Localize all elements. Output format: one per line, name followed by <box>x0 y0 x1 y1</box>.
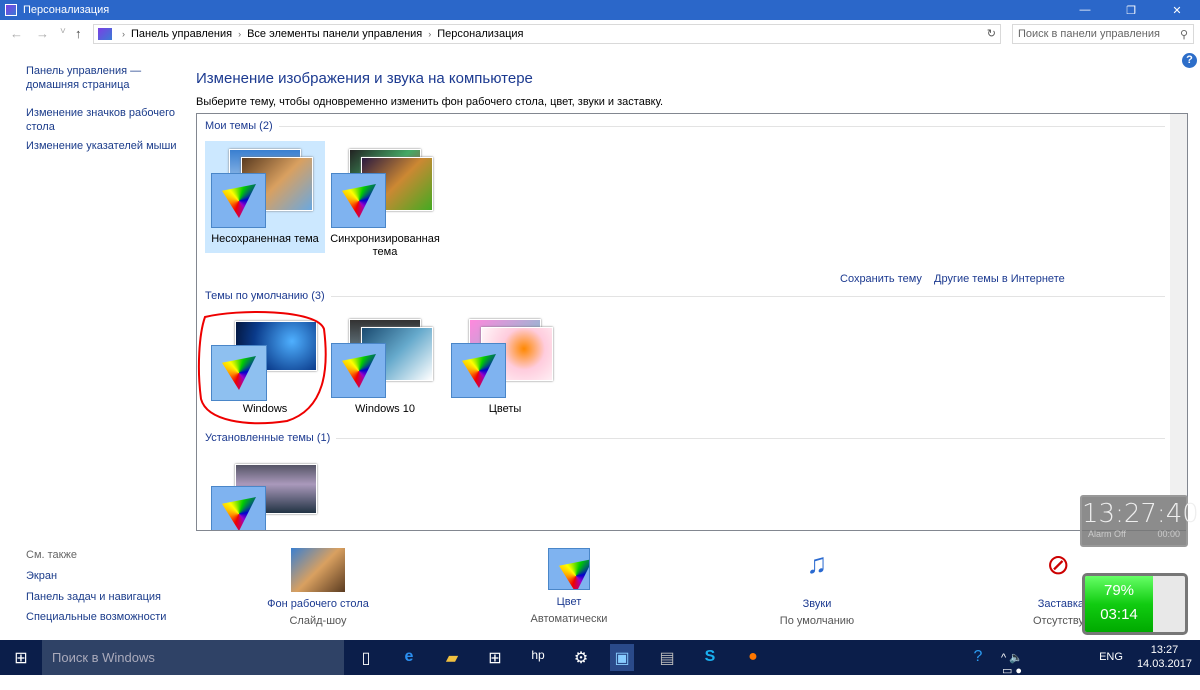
theme-installed[interactable] <box>205 454 325 530</box>
breadcrumb-personalization[interactable]: Персонализация <box>437 28 523 40</box>
setting-value: Слайд-шоу <box>289 615 347 627</box>
page-title: Изменение изображения и звука на компьют… <box>196 70 533 87</box>
taskbar-time: 13:27 <box>1150 644 1179 656</box>
window-title: Персонализация <box>23 4 110 16</box>
start-button[interactable]: ⊞ <box>9 648 33 668</box>
taskbar-date: 14.03.2017 <box>1136 658 1192 670</box>
personalization-icon <box>5 4 17 16</box>
navigation-bar: ← → ˅ ↑ › Панель управления › Все элемен… <box>0 22 1200 46</box>
setting-label: Фон рабочего стола <box>267 598 369 610</box>
file-explorer-icon[interactable]: ▰ <box>440 648 464 668</box>
link-accessibility[interactable]: Специальные возможности <box>26 610 166 624</box>
edge-icon[interactable]: e <box>397 648 421 666</box>
setting-label: Заставка <box>1037 598 1084 610</box>
screensaver-setting[interactable]: ⊘ Заставка Отсутству <box>984 548 1084 627</box>
theme-unsaved[interactable]: Несохраненная тема <box>205 141 325 253</box>
sounds-setting[interactable]: ♫ Звуки По умолчанию <box>737 548 897 627</box>
address-bar[interactable]: › Панель управления › Все элементы панел… <box>93 24 1001 44</box>
breadcrumb-separator: › <box>428 29 432 39</box>
theme-flowers[interactable]: Цветы <box>445 311 565 423</box>
theme-label: Windows 10 <box>355 403 415 415</box>
battery-widget[interactable]: 79% 03:14 <box>1082 573 1188 635</box>
device-icon[interactable]: ▤ <box>655 648 679 668</box>
help-tray-icon[interactable]: ? <box>966 648 990 666</box>
page-subtitle: Выберите тему, чтобы одновременно измени… <box>196 96 664 108</box>
link-desktop-icons[interactable]: Изменение значков рабочего стола <box>26 106 176 134</box>
hp-icon[interactable]: hp <box>526 648 550 662</box>
tray-icons[interactable]: ^ 🔈 ▭ ● ▤ <box>1000 651 1024 690</box>
settings-gear-icon[interactable]: ⚙ <box>569 648 593 668</box>
setting-label: Цвет <box>556 596 582 608</box>
setting-value: Автоматически <box>530 613 608 625</box>
themes-list: Мои темы (2) Несохраненная тема Синхрони… <box>196 113 1188 531</box>
forward-button[interactable]: → <box>36 26 49 41</box>
maximize-button[interactable]: ❐ <box>1108 0 1154 20</box>
save-theme-link[interactable]: Сохранить тему <box>840 273 922 285</box>
link-control-panel-home[interactable]: Панель управления — домашняя страница <box>26 64 156 92</box>
link-taskbar[interactable]: Панель задач и навигация <box>26 590 161 604</box>
firefox-icon[interactable]: ● <box>741 648 765 666</box>
search-icon: ⚲ <box>1179 29 1188 41</box>
breadcrumb-all-items[interactable]: Все элементы панели управления <box>247 28 422 40</box>
setting-value: Отсутству <box>1032 615 1084 627</box>
breadcrumb-control-panel[interactable]: Панель управления <box>131 28 232 40</box>
taskbar: ⊞ Поиск в Windows ▯ e ▰ ⊞ hp ⚙ ▣ ▤ S ● ?… <box>0 640 1200 690</box>
theme-label: Несохраненная тема <box>211 233 319 245</box>
red-annotation-circle <box>197 311 327 425</box>
setting-label: Звуки <box>802 598 832 610</box>
link-display[interactable]: Экран <box>26 569 57 583</box>
clock-time: 13:27:40 <box>1082 499 1199 529</box>
control-panel-taskbar-icon[interactable]: ▣ <box>610 644 634 671</box>
scrollbar[interactable] <box>1170 114 1187 530</box>
section-default-themes: Темы по умолчанию (3) <box>205 290 1165 302</box>
theme-label: Синхронизированная тема <box>330 233 440 258</box>
more-themes-link[interactable]: Другие темы в Интернете <box>934 273 1065 285</box>
desktop-background-icon <box>291 548 345 592</box>
back-button[interactable]: ← <box>10 26 23 41</box>
refresh-button[interactable]: ↻ <box>987 27 996 40</box>
theme-label: Цветы <box>488 403 522 415</box>
control-panel-icon <box>98 28 112 40</box>
see-also-heading: См. также <box>26 549 77 561</box>
desktop-background-setting[interactable]: Фон рабочего стола Слайд-шоу <box>238 548 398 627</box>
taskbar-clock[interactable]: 13:27 14.03.2017 <box>1137 643 1192 671</box>
task-view-icon[interactable]: ▯ <box>354 648 378 668</box>
color-setting[interactable]: Цвет Автоматически <box>489 548 649 625</box>
taskbar-search[interactable]: Поиск в Windows <box>42 640 344 675</box>
section-my-themes: Мои темы (2) <box>205 120 1165 132</box>
up-button[interactable]: ↑ <box>75 26 82 41</box>
minimize-button[interactable]: — <box>1062 0 1108 20</box>
breadcrumb-separator: › <box>238 29 242 39</box>
link-mouse-pointers[interactable]: Изменение указателей мыши <box>26 139 177 153</box>
store-icon[interactable]: ⊞ <box>483 648 507 668</box>
alarm-timer: 00:00 <box>1157 529 1180 539</box>
help-button[interactable]: ? <box>1182 53 1197 68</box>
skype-icon[interactable]: S <box>698 648 722 666</box>
search-placeholder: Поиск в панели управления <box>1018 28 1160 40</box>
recent-dropdown[interactable]: ˅ <box>60 26 66 37</box>
setting-value: По умолчанию <box>779 615 855 627</box>
sounds-icon: ♫ <box>806 548 828 579</box>
alarm-status: Alarm Off <box>1088 529 1126 539</box>
screensaver-icon: ⊘ <box>1046 549 1070 580</box>
close-button[interactable]: ✕ <box>1154 0 1200 20</box>
color-icon <box>548 548 590 590</box>
language-indicator[interactable]: ENG <box>1096 651 1126 663</box>
breadcrumb-separator: › <box>122 29 125 39</box>
clock-widget[interactable]: 13:27:40 Alarm Off 00:00 <box>1080 495 1199 547</box>
theme-windows-10[interactable]: Windows 10 <box>325 311 445 423</box>
battery-remaining: 03:14 <box>1100 606 1138 623</box>
search-input[interactable]: Поиск в панели управления ⚲ <box>1012 24 1194 44</box>
battery-percent: 79% <box>1103 582 1135 599</box>
title-bar: Персонализация — ❐ ✕ <box>0 0 1200 20</box>
section-installed-themes: Установленные темы (1) <box>205 432 1165 444</box>
theme-synced[interactable]: Синхронизированная тема <box>325 141 445 258</box>
